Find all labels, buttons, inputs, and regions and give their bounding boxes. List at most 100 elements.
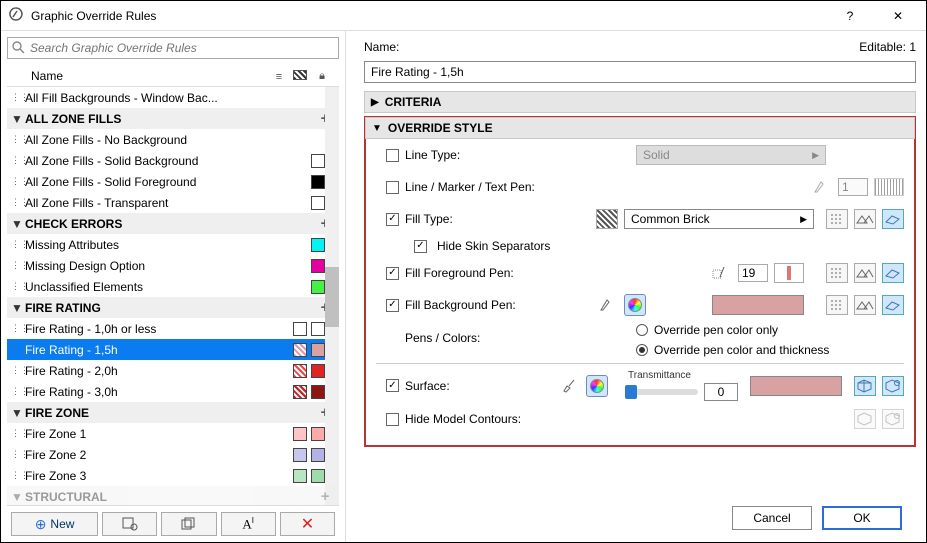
rule-item[interactable]: ⋮⋮ Missing Attributes bbox=[7, 234, 339, 255]
fill-bg-color-button[interactable] bbox=[624, 294, 646, 316]
surface-checkbox[interactable] bbox=[386, 379, 399, 392]
rule-item[interactable]: ⋮⋮All Zone Fills - Solid Background bbox=[7, 150, 339, 171]
grip-icon[interactable]: ⋮⋮ bbox=[11, 344, 21, 355]
rule-item[interactable]: ⋮⋮All Zone Fills - Solid Foreground bbox=[7, 171, 339, 192]
grip-icon[interactable]: ⋮⋮ bbox=[11, 155, 21, 166]
bg-cat-drafting-icon[interactable] bbox=[826, 295, 848, 315]
fill-type-combo[interactable]: Common Brick▶ bbox=[624, 209, 814, 229]
help-button[interactable]: ? bbox=[830, 1, 870, 31]
scrollbar-thumb[interactable] bbox=[325, 267, 339, 327]
grip-icon[interactable]: ⋮⋮ bbox=[11, 470, 21, 481]
col-line-icon[interactable]: ≡ bbox=[267, 69, 289, 83]
rule-label: All Fill Backgrounds - Window Bac... bbox=[25, 91, 335, 105]
search-input[interactable] bbox=[7, 37, 339, 59]
grip-icon[interactable]: ⋮⋮ bbox=[11, 386, 21, 397]
radio-color-only[interactable]: Override pen color only bbox=[636, 323, 778, 337]
line-type-value: Solid bbox=[643, 148, 670, 162]
rule-item[interactable]: ⋮⋮ Fire Zone 3 bbox=[7, 465, 339, 486]
fill-fg-input[interactable] bbox=[738, 264, 768, 282]
transmittance-slider[interactable] bbox=[628, 389, 698, 395]
rule-item[interactable]: ⋮⋮Fire Rating - 2,0h bbox=[7, 360, 339, 381]
fill-cat-cut-icon[interactable] bbox=[882, 209, 904, 229]
options-button[interactable] bbox=[102, 512, 157, 536]
radio-color-thickness[interactable]: Override pen color and thickness bbox=[636, 343, 829, 357]
grip-icon[interactable]: ⋮⋮ bbox=[11, 92, 21, 103]
new-button-label: New bbox=[50, 517, 74, 531]
rule-label: Unclassified Elements bbox=[25, 280, 305, 294]
swatch bbox=[311, 175, 325, 189]
rule-item[interactable]: ⋮⋮ Fire Rating - 1,0h or less bbox=[7, 318, 339, 339]
fill-cat-drafting-icon[interactable] bbox=[826, 209, 848, 229]
grip-icon[interactable]: ⋮⋮ bbox=[11, 323, 21, 334]
fill-bg-checkbox[interactable] bbox=[386, 299, 399, 312]
grip-icon[interactable]: ⋮⋮ bbox=[11, 197, 21, 208]
override-section[interactable]: ▼ OVERRIDE STYLE bbox=[365, 117, 915, 139]
rule-group[interactable]: ▼STRUCTURAL+ bbox=[7, 486, 339, 505]
swatch bbox=[311, 469, 325, 483]
rule-item[interactable]: ⋮⋮Missing Design Option bbox=[7, 255, 339, 276]
rule-group[interactable]: ▼FIRE ZONE+ bbox=[7, 402, 339, 423]
grip-icon[interactable]: ⋮⋮ bbox=[11, 449, 21, 460]
criteria-section[interactable]: ▶ CRITERIA bbox=[364, 91, 916, 113]
fg-cat-cut-icon[interactable] bbox=[882, 263, 904, 283]
col-fill-icon[interactable] bbox=[289, 69, 311, 83]
rule-item[interactable]: ⋮⋮Fire Rating - 3,0h bbox=[7, 381, 339, 402]
ok-button[interactable]: OK bbox=[822, 506, 902, 530]
grip-icon[interactable]: ⋮⋮ bbox=[11, 281, 21, 292]
hide-contours-checkbox[interactable] bbox=[386, 413, 399, 426]
rule-label: Fire Rating - 1,0h or less bbox=[25, 322, 287, 336]
close-button[interactable]: ✕ bbox=[878, 1, 918, 31]
surface-color-button[interactable] bbox=[586, 375, 608, 397]
fill-cat-cover-icon[interactable] bbox=[854, 209, 876, 229]
new-button[interactable]: ⊕ New bbox=[11, 512, 98, 536]
grip-icon[interactable]: ⋮⋮ bbox=[11, 176, 21, 187]
grip-icon[interactable]: ⋮⋮ bbox=[11, 239, 21, 250]
delete-button[interactable]: ✕ bbox=[280, 512, 335, 536]
cancel-button[interactable]: Cancel bbox=[732, 506, 812, 530]
rule-group[interactable]: ▼FIRE RATING+ bbox=[7, 297, 339, 318]
rule-item[interactable]: ⋮⋮ Unclassified Elements bbox=[7, 276, 339, 297]
fg-cat-cover-icon[interactable] bbox=[854, 263, 876, 283]
grip-icon[interactable]: ⋮⋮ bbox=[11, 428, 21, 439]
rule-group[interactable]: ▼ALL ZONE FILLS+ bbox=[7, 108, 339, 129]
rule-item[interactable]: ⋮⋮Fire Zone 1 bbox=[7, 423, 339, 444]
surface-swatch[interactable] bbox=[750, 376, 842, 396]
line-pen-checkbox[interactable] bbox=[386, 181, 399, 194]
rule-item[interactable]: ⋮⋮ All Fill Backgrounds - Window Bac... bbox=[7, 87, 339, 108]
rules-list[interactable]: ⋮⋮ All Fill Backgrounds - Window Bac... ▼A… bbox=[7, 87, 339, 505]
fill-fg-swatch[interactable] bbox=[774, 263, 804, 283]
grip-icon[interactable]: ⋮⋮ bbox=[11, 134, 21, 145]
bg-cat-cover-icon[interactable] bbox=[854, 295, 876, 315]
fg-cat-drafting-icon[interactable] bbox=[826, 263, 848, 283]
col-lock-icon[interactable]: 🔒︎ bbox=[311, 68, 333, 83]
group-label: FIRE RATING bbox=[25, 301, 311, 315]
name-input[interactable] bbox=[364, 61, 916, 83]
criteria-label: CRITERIA bbox=[385, 95, 442, 109]
rule-item[interactable]: ⋮⋮Fire Zone 2 bbox=[7, 444, 339, 465]
rule-label: Missing Attributes bbox=[25, 238, 305, 252]
rule-item[interactable]: ⋮⋮All Zone Fills - Transparent bbox=[7, 192, 339, 213]
rename-button[interactable]: AI bbox=[221, 512, 276, 536]
app-icon bbox=[9, 7, 23, 24]
grip-icon[interactable]: ⋮⋮ bbox=[11, 365, 21, 376]
transmittance-input[interactable] bbox=[704, 383, 738, 401]
col-name[interactable]: Name bbox=[31, 69, 267, 83]
rule-item[interactable]: ⋮⋮All Zone Fills - No Background bbox=[7, 129, 339, 150]
plus-icon: ⊕ bbox=[35, 516, 47, 533]
rule-group[interactable]: ▼CHECK ERRORS+ bbox=[7, 213, 339, 234]
fill-fg-checkbox[interactable] bbox=[386, 267, 399, 280]
surface-uncut-icon[interactable] bbox=[882, 376, 904, 396]
fill-type-checkbox[interactable] bbox=[386, 213, 399, 226]
surface-cut-icon[interactable] bbox=[854, 376, 876, 396]
fill-pattern-icon[interactable] bbox=[596, 209, 618, 229]
add-icon[interactable]: + bbox=[315, 488, 335, 505]
bg-cat-cut-icon[interactable] bbox=[882, 295, 904, 315]
swatch bbox=[311, 259, 325, 273]
duplicate-button[interactable] bbox=[161, 512, 216, 536]
grip-icon[interactable]: ⋮⋮ bbox=[11, 260, 21, 271]
fill-bg-swatch[interactable] bbox=[712, 295, 804, 315]
rule-item[interactable]: ⋮⋮Fire Rating - 1,5h bbox=[7, 339, 339, 360]
hide-skin-checkbox[interactable] bbox=[414, 240, 427, 253]
line-type-checkbox[interactable] bbox=[386, 149, 399, 162]
rule-label: Fire Zone 3 bbox=[25, 469, 287, 483]
